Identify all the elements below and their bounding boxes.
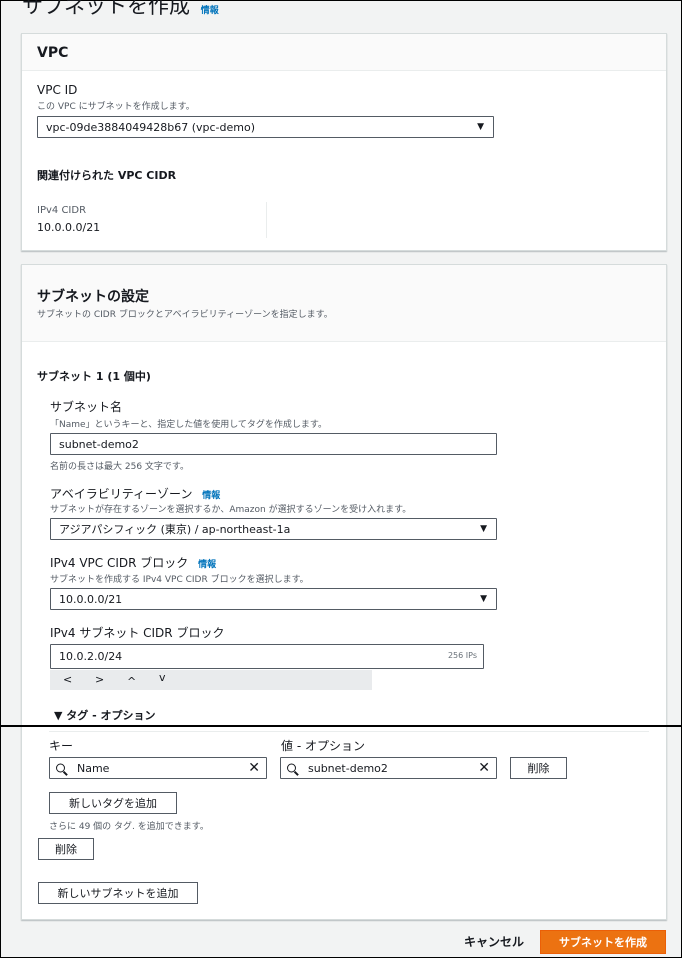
add-subnet-button[interactable]: 新しいサブネットを追加 [38,882,198,904]
subnet-cidr-input[interactable]: 10.0.2.0/24 256 IPs [50,644,484,669]
subnet-cidr-label: IPv4 サブネット CIDR ブロック [50,626,225,640]
vpc-id-desc: この VPC にサブネットを作成します。 [37,102,195,112]
create-subnet-button[interactable]: サブネットを作成 [540,930,666,954]
vpc-cidr-label-text: IPv4 VPC CIDR ブロック [50,556,189,570]
caret-down-icon: ▼ [477,122,484,132]
az-info-link[interactable]: 情報 [202,491,220,501]
cidr-heading: 関連付けられた VPC CIDR [37,169,177,182]
close-icon[interactable]: ✕ [478,760,490,776]
vpc-id-label: VPC ID [37,83,78,97]
tags-toggle[interactable]: ▼ タグ - オプション [54,707,156,723]
tag-limit-text: さらに 49 個の タグ. を追加できます。 [49,822,209,832]
page-info-link[interactable]: 情報 [201,6,219,16]
az-label-text: アベイラビリティーゾーン [50,487,193,501]
tag-key-label: キー [49,739,74,753]
close-icon[interactable]: ✕ [248,760,260,776]
cidr-stepper-bar: < > ^ v [50,670,372,690]
ipv4-cidr-label: IPv4 CIDR [37,205,87,216]
subnet-settings-header: サブネットの設定 サブネットの CIDR ブロックとアベイラビリティーゾーンを指… [22,265,666,342]
subnet-cidr-value: 10.0.2.0/24 [59,650,123,663]
chevron-right-icon[interactable]: > [95,673,104,686]
subnet-name-label: サブネット名 [50,400,123,414]
subnet-settings-heading: サブネットの設定 [37,289,149,305]
chevron-up-icon[interactable]: ^ [127,675,136,688]
az-label: アベイラビリティーゾーン 情報 [50,485,220,502]
screenshot-divider [0,725,682,727]
vpc-panel: VPC VPC ID この VPC にサブネットを作成します。 vpc-09de… [21,33,667,251]
vpc-id-select[interactable]: vpc-09de3884049428b67 (vpc-demo) ▼ [37,116,494,138]
subnet-name-input[interactable]: subnet-demo2 [50,433,497,455]
subnet-settings-desc: サブネットの CIDR ブロックとアベイラビリティーゾーンを指定します。 [37,310,333,320]
ipv4-cidr-value: 10.0.0.0/21 [37,221,101,234]
page-title-text: サブネットを作成 [22,0,190,18]
chevron-down-icon[interactable]: v [159,671,166,684]
remove-subnet-button[interactable]: 削除 [38,838,94,860]
page-title: サブネットを作成 情報 [22,0,219,20]
caret-down-icon: ▼ [480,594,487,604]
add-tag-button[interactable]: 新しいタグを追加 [49,792,177,814]
chevron-left-icon[interactable]: < [63,673,72,686]
az-select[interactable]: アジアパシフィック (東京) / ap-northeast-1a ▼ [50,518,497,540]
subnet-cidr-ips: 256 IPs [447,651,477,660]
vpc-cidr-value: 10.0.0.0/21 [59,592,123,606]
vpc-id-value: vpc-09de3884049428b67 (vpc-demo) [46,120,256,134]
subnet-name-hint: 名前の長さは最大 256 文字です。 [50,462,190,472]
tag-value-value: subnet-demo2 [308,761,388,775]
vpc-panel-header: VPC [22,34,666,71]
subnet-name-value: subnet-demo2 [59,437,139,451]
tag-key-value: Name [77,761,110,775]
vpc-cidr-select[interactable]: 10.0.0.0/21 ▼ [50,588,497,610]
tag-value-label: 値 - オプション [281,739,365,753]
search-icon [56,763,65,773]
tag-value-input[interactable]: subnet-demo2 ✕ [280,757,497,779]
subnet-title: サブネット 1 (1 個中) [37,370,151,383]
subnet-name-desc: 「Name」というキーと、指定した値を使用してタグを作成します。 [50,420,328,430]
vpc-heading: VPC [37,45,69,61]
caret-down-icon: ▼ [480,524,487,534]
vpc-cidr-info-link[interactable]: 情報 [198,560,216,570]
search-icon [287,763,296,773]
vpc-cidr-label: IPv4 VPC CIDR ブロック 情報 [50,554,216,571]
az-value: アジアパシフィック (東京) / ap-northeast-1a [59,523,291,536]
az-desc: サブネットが存在するゾーンを選択するか、Amazon が選択するゾーンを受け入れ… [50,505,412,515]
tags-divider [49,731,649,732]
column-divider [266,202,267,238]
tag-key-input[interactable]: Name ✕ [49,757,267,779]
cancel-button[interactable]: キャンセル [464,933,524,950]
vpc-cidr-desc: サブネットを作成する IPv4 VPC CIDR ブロックを選択します。 [50,575,309,585]
remove-tag-button[interactable]: 削除 [510,757,567,779]
